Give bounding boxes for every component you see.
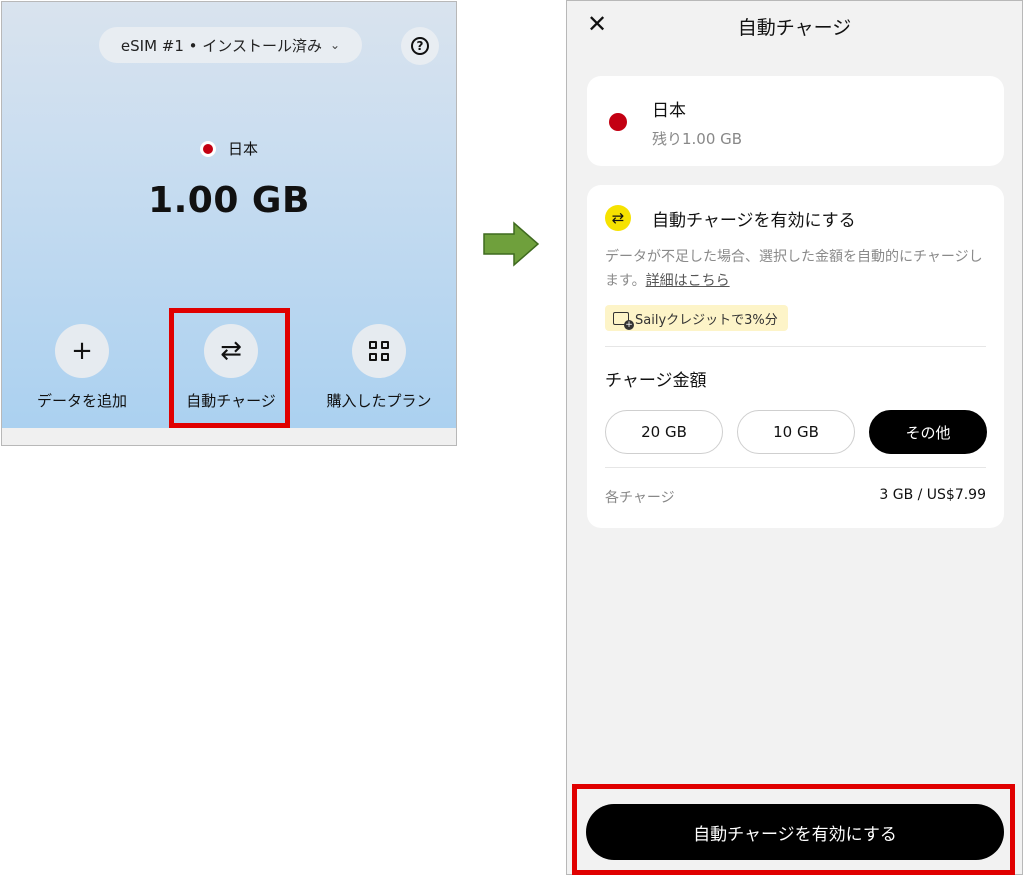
- each-charge-label: 各チャージ: [605, 490, 675, 506]
- charge-amount-heading: チャージ金額: [605, 371, 707, 391]
- country-name: 日本: [227, 140, 258, 158]
- plus-icon: +: [55, 324, 109, 378]
- option-20gb[interactable]: 20 GB: [605, 410, 723, 454]
- option-10gb[interactable]: 10 GB: [737, 410, 855, 454]
- details-link[interactable]: 詳細はこちら: [646, 273, 730, 289]
- auto-charge-screen: ✕ 自動チャージ 日本 残り1.00 GB ⇄ 自動チャージを有効にする データ…: [566, 0, 1023, 875]
- bottom-strip: [2, 428, 456, 445]
- settings-description: データが不足した場合、選択した金額を自動的にチャージします。詳細はこちら: [605, 249, 983, 289]
- settings-heading: 自動チャージを有効にする: [652, 211, 856, 231]
- option-other[interactable]: その他: [869, 410, 987, 454]
- add-data-button[interactable]: + データを追加: [12, 324, 152, 411]
- auto-charge-settings-card: ⇄ 自動チャージを有効にする データが不足した場合、選択した金額を自動的にチャー…: [587, 185, 1004, 528]
- remaining-data: 1.00 GB: [148, 180, 310, 221]
- repeat-icon: ⇄: [605, 205, 631, 231]
- esim-selector-label: eSIM #1 • インストール済み: [120, 36, 323, 55]
- right-arrow-icon: [483, 221, 540, 267]
- country-row: 日本: [2, 138, 456, 159]
- japan-flag-icon: [607, 111, 629, 133]
- help-button[interactable]: ?: [401, 27, 439, 65]
- credit-icon: [613, 311, 634, 330]
- grid-icon: [352, 324, 406, 378]
- highlight-box-auto-charge: [169, 308, 290, 428]
- credit-badge-label: Sailyクレジットで3%分: [635, 312, 778, 328]
- top-bar: ✕ 自動チャージ: [567, 1, 1022, 51]
- country-name: 日本: [652, 101, 686, 121]
- credit-badge: Sailyクレジットで3%分: [605, 305, 788, 331]
- purchased-plans-button[interactable]: 購入したプラン: [309, 324, 449, 411]
- divider: [605, 467, 986, 468]
- each-charge-value: 3 GB / US$7.99: [879, 487, 986, 503]
- chevron-down-icon: ⌄: [330, 38, 341, 52]
- help-icon: ?: [411, 37, 429, 55]
- country-card: 日本 残り1.00 GB: [587, 76, 1004, 166]
- divider: [605, 346, 986, 347]
- japan-flag-icon: [199, 140, 216, 157]
- esim-selector[interactable]: eSIM #1 • インストール済み ⌄: [99, 27, 362, 63]
- highlight-box-enable-button: [572, 784, 1015, 875]
- purchased-plans-label: 購入したプラン: [326, 392, 432, 410]
- page-title: 自動チャージ: [737, 17, 852, 39]
- add-data-label: データを追加: [36, 392, 127, 410]
- remaining-data: 残り1.00 GB: [652, 130, 743, 148]
